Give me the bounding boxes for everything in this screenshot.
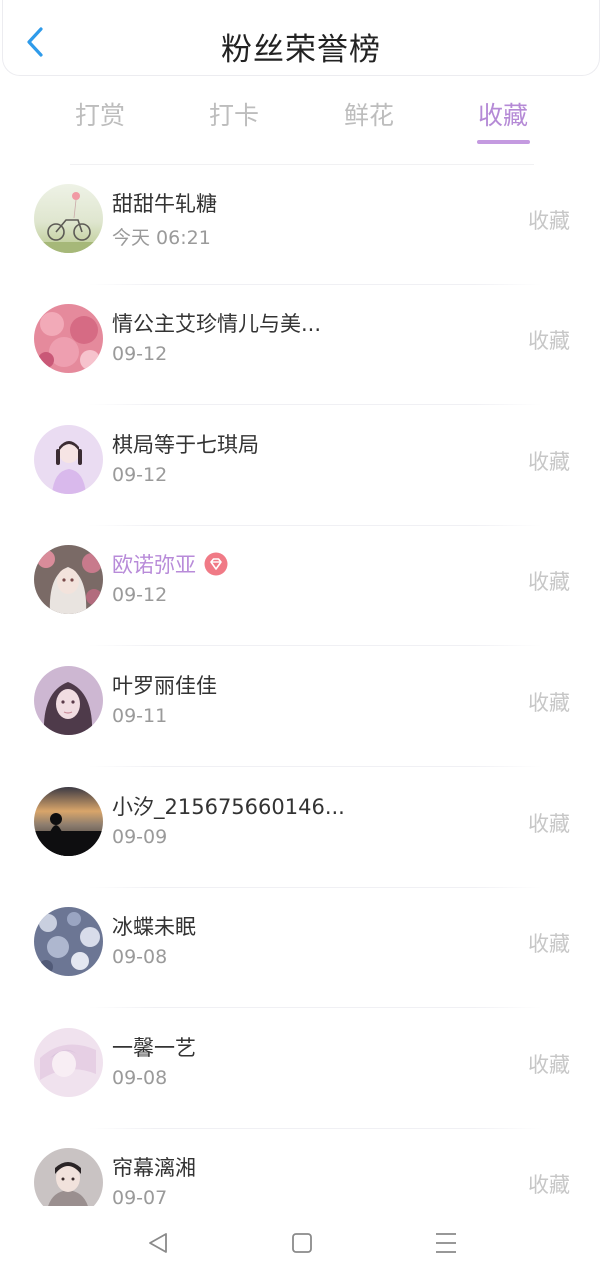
list-item[interactable]: 棋局等于七琪局 09-12 收藏 (0, 406, 604, 526)
tab-favorites[interactable]: 收藏 (463, 96, 543, 132)
action-label: 收藏 (528, 450, 570, 474)
row-divider (88, 766, 542, 767)
fan-name[interactable]: 帘幕漓湘 (112, 1152, 196, 1182)
list-item[interactable]: 情公主艾珍情儿与美... 09-12 收藏 (0, 285, 604, 405)
fan-date: 今天 06:21 (112, 227, 211, 249)
avatar[interactable] (34, 907, 103, 976)
avatar[interactable] (34, 666, 103, 735)
fan-name[interactable]: 情公主艾珍情儿与美... (112, 308, 321, 338)
fan-list: 甜甜牛轧糖 今天 06:21 收藏 情公主艾珍情儿与美... 09-12 收藏 … (0, 165, 604, 1206)
action-label: 收藏 (528, 1173, 570, 1197)
fan-name[interactable]: 欧诺弥亚 (112, 549, 196, 579)
action-label: 收藏 (528, 570, 570, 594)
list-item[interactable]: 冰蝶未眠 09-08 收藏 (0, 888, 604, 1008)
tab-flowers[interactable]: 鲜花 (329, 96, 409, 132)
fan-date: 09-12 (112, 464, 168, 486)
list-item[interactable]: 小汐_215675660146... 09-09 收藏 (0, 768, 604, 888)
row-divider (88, 404, 542, 405)
tab-checkin[interactable]: 打卡 (194, 96, 274, 132)
row-divider (88, 645, 542, 646)
fan-name[interactable]: 小汐_215675660146... (112, 791, 345, 821)
avatar[interactable] (34, 1028, 103, 1097)
three-lines-menu-icon[interactable] (431, 1228, 461, 1258)
fan-name[interactable]: 一馨一艺 (112, 1032, 196, 1062)
tab-reward[interactable]: 打赏 (60, 96, 140, 132)
fan-name[interactable]: 叶罗丽佳佳 (112, 670, 217, 700)
tab-bar: 打赏 打卡 鲜花 收藏 (0, 88, 604, 164)
triangle-back-icon[interactable] (143, 1228, 173, 1258)
avatar[interactable] (34, 425, 103, 494)
action-label: 收藏 (528, 1053, 570, 1077)
list-item[interactable]: 叶罗丽佳佳 09-11 收藏 (0, 647, 604, 767)
fan-name[interactable]: 冰蝶未眠 (112, 911, 196, 941)
fan-date: 09-11 (112, 705, 168, 727)
action-label: 收藏 (528, 209, 570, 233)
fan-date: 09-09 (112, 826, 168, 848)
list-item[interactable]: 一馨一艺 09-08 收藏 (0, 1009, 604, 1129)
list-item[interactable]: 甜甜牛轧糖 今天 06:21 收藏 (0, 165, 604, 285)
fan-name[interactable]: 棋局等于七琪局 (112, 429, 259, 459)
fan-date: 09-07 (112, 1187, 168, 1206)
fan-date: 09-12 (112, 584, 168, 606)
avatar[interactable] (34, 304, 103, 373)
action-label: 收藏 (528, 932, 570, 956)
header-bar: 粉丝荣誉榜 (2, 0, 600, 76)
avatar[interactable] (34, 545, 103, 614)
system-nav-bar (0, 1206, 604, 1280)
action-label: 收藏 (528, 691, 570, 715)
action-label: 收藏 (528, 329, 570, 353)
fan-honor-page: 粉丝荣誉榜 打赏 打卡 鲜花 收藏 甜甜牛轧糖 今天 06:21 收藏 情公主艾… (0, 0, 604, 1280)
row-divider (88, 1007, 542, 1008)
list-item[interactable]: 帘幕漓湘 09-07 收藏 (0, 1129, 604, 1206)
page-title: 粉丝荣誉榜 (221, 32, 381, 68)
fan-date: 09-08 (112, 946, 168, 968)
list-item[interactable]: 欧诺弥亚 09-12 收藏 (0, 526, 604, 646)
avatar[interactable] (34, 1148, 103, 1206)
fan-name[interactable]: 甜甜牛轧糖 (112, 188, 217, 218)
fan-date: 09-08 (112, 1067, 168, 1089)
fan-date: 09-12 (112, 343, 168, 365)
diamond-badge-icon (204, 552, 228, 576)
square-home-icon[interactable] (287, 1228, 317, 1258)
action-label: 收藏 (528, 812, 570, 836)
avatar[interactable] (34, 184, 103, 253)
avatar[interactable] (34, 787, 103, 856)
active-tab-indicator (477, 140, 530, 144)
